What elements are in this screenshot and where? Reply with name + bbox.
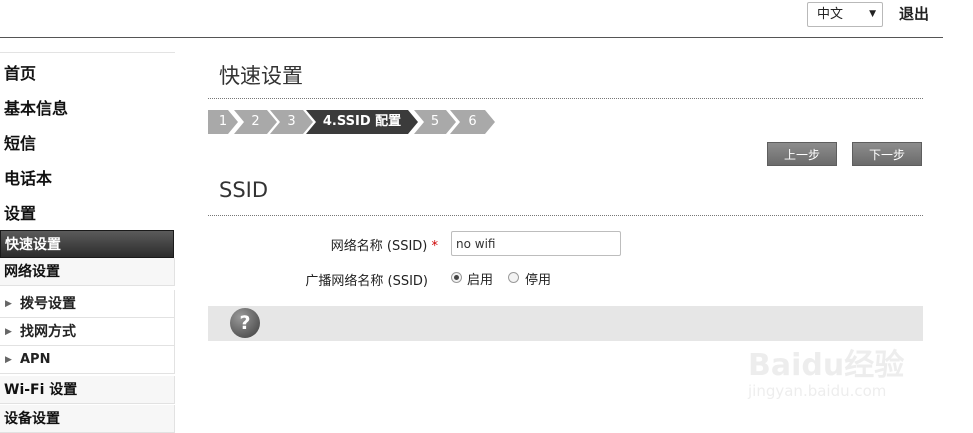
language-select[interactable]: 中文 ▼ xyxy=(807,2,883,27)
sidebar-item-quick-setup[interactable]: 快速设置 xyxy=(0,230,174,258)
dropdown-arrow-icon: ▼ xyxy=(869,9,876,19)
broadcast-disable-label[interactable]: 停用 xyxy=(525,269,551,288)
section-title: SSID xyxy=(219,178,269,202)
step-5: 5 xyxy=(414,110,456,134)
sidebar-item-basic-info[interactable]: 基本信息 xyxy=(4,95,68,119)
ssid-input[interactable] xyxy=(451,231,621,256)
help-bar: ? xyxy=(208,306,923,341)
sidebar-item-network-search[interactable]: ▶ 找网方式 xyxy=(0,318,175,346)
sidebar-item-apn[interactable]: ▶ APN xyxy=(0,346,175,374)
sidebar-group-device[interactable]: 设备设置 xyxy=(0,405,175,433)
next-step-button[interactable]: 下一步 xyxy=(852,142,922,166)
ssid-label: 网络名称 (SSID) * xyxy=(238,235,438,254)
sidebar-item-label: 拨号设置 xyxy=(20,296,76,312)
step-4-ssid-config: 4.SSID 配置 xyxy=(306,110,418,134)
step-6: 6 xyxy=(450,110,495,134)
expand-arrow-icon: ▶ xyxy=(5,355,12,365)
sidebar-item-settings[interactable]: 设置 xyxy=(4,200,36,224)
sidebar-item-dial-settings[interactable]: ▶ 拨号设置 xyxy=(0,290,175,318)
section-divider xyxy=(208,215,923,216)
required-mark: * xyxy=(431,239,439,254)
logout-link[interactable]: 退出 xyxy=(899,3,929,24)
sidebar-item-sms[interactable]: 短信 xyxy=(4,130,36,154)
help-icon[interactable]: ? xyxy=(230,308,260,338)
broadcast-enable-label[interactable]: 启用 xyxy=(467,269,493,288)
sidebar-item-home[interactable]: 首页 xyxy=(4,60,36,84)
expand-arrow-icon: ▶ xyxy=(5,299,12,309)
sidebar-group-wifi[interactable]: Wi-Fi 设置 xyxy=(0,376,175,404)
watermark-text: Baidu经验 xyxy=(748,348,905,383)
sidebar-item-phonebook[interactable]: 电话本 xyxy=(4,165,52,189)
broadcast-enable-radio[interactable] xyxy=(451,272,462,283)
step-2: 2 xyxy=(234,110,277,134)
broadcast-disable-radio[interactable] xyxy=(508,272,519,283)
title-divider xyxy=(208,98,923,99)
watermark-url: jingyan.baidu.com xyxy=(748,382,887,400)
sidebar-item-label: 找网方式 xyxy=(20,324,76,340)
sidebar-divider xyxy=(0,52,175,53)
broadcast-ssid-label: 广播网络名称 (SSID) xyxy=(305,274,428,289)
expand-arrow-icon: ▶ xyxy=(5,327,12,337)
top-bar: 中文 ▼ 退出 xyxy=(0,0,943,38)
language-select-value: 中文 xyxy=(817,7,844,22)
sidebar-item-label: APN xyxy=(20,352,51,367)
page-title: 快速设置 xyxy=(219,64,303,88)
prev-step-button[interactable]: 上一步 xyxy=(767,142,837,166)
sidebar: 首页 基本信息 短信 电话本 设置 快速设置 网络设置 ▶ 拨号设置 ▶ 找网方… xyxy=(0,52,175,433)
sidebar-group-network[interactable]: 网络设置 xyxy=(0,258,175,286)
ssid-label-text: 网络名称 (SSID) xyxy=(330,239,428,254)
step-1: 1 xyxy=(208,110,238,134)
